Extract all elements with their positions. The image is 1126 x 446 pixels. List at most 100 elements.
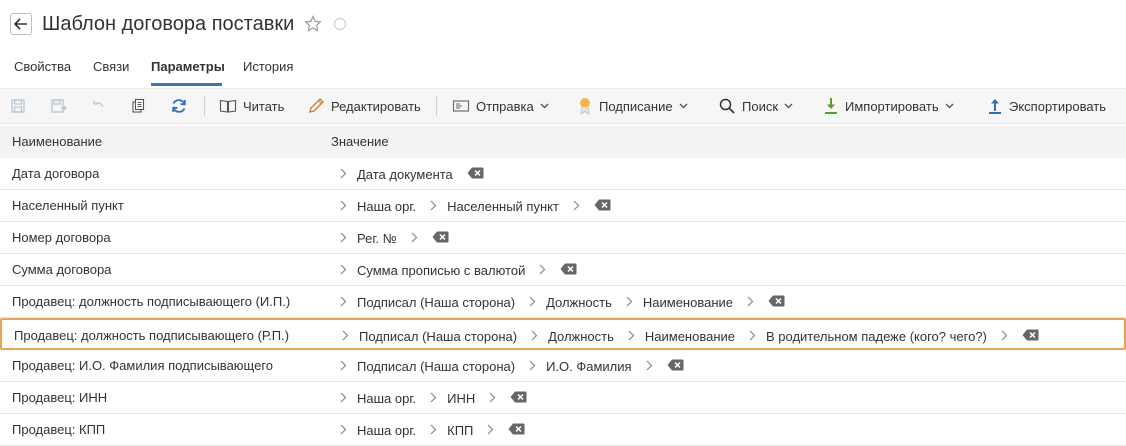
path-segment-label: Сумма прописью с валютой — [357, 262, 526, 278]
path-segment[interactable]: Наша орг. — [336, 391, 426, 406]
table-row[interactable]: Продавец: ИНН Наша орг. ИНН — [0, 382, 1126, 414]
path-segment[interactable]: Населенный пункт — [426, 199, 569, 214]
value-path: Сумма прописью с валютой — [336, 260, 577, 280]
table-row[interactable]: Номер договора Рег. № — [0, 222, 1126, 254]
add-segment-button[interactable] — [535, 263, 556, 278]
add-segment-button[interactable] — [642, 359, 663, 374]
active-tab-indicator — [151, 83, 222, 86]
path-segment-label: Наша орг. — [357, 390, 417, 406]
star-icon[interactable] — [304, 15, 322, 33]
chevron-down-icon — [945, 103, 954, 109]
page-title: Шаблон договора поставки — [42, 13, 295, 35]
row-name: Номер договора — [12, 230, 111, 245]
backspace-icon[interactable] — [508, 423, 525, 438]
path-segment[interactable]: КПП — [426, 423, 483, 438]
value-path: Подписал (Наша сторона) Должность Наименов… — [338, 326, 1039, 346]
path-segment[interactable]: ИНН — [426, 391, 485, 406]
chevron-right-icon[interactable] — [489, 391, 496, 406]
import-dropdown[interactable]: Импортировать — [823, 89, 954, 123]
backspace-icon[interactable] — [467, 167, 484, 182]
sign-dropdown[interactable]: Подписание — [577, 89, 688, 123]
backspace-icon[interactable] — [432, 231, 449, 246]
path-segment-label: Наименование — [644, 328, 735, 344]
tab-parameters[interactable]: Параметры — [151, 58, 225, 76]
chevron-right-icon — [340, 391, 347, 406]
chevron-right-icon — [340, 199, 347, 214]
value-path: Подписал (Наша сторона) И.О. Фамилия — [336, 356, 684, 376]
column-header-value[interactable]: Значение — [331, 134, 389, 149]
row-name: Сумма договора — [12, 262, 112, 277]
path-segment[interactable]: В родительном падеже (кого? чего?) — [745, 329, 997, 344]
export-icon — [989, 99, 1001, 114]
add-segment-button[interactable] — [997, 329, 1018, 344]
backspace-icon[interactable] — [510, 391, 527, 406]
backspace-icon[interactable] — [560, 263, 577, 278]
backspace-icon[interactable] — [594, 199, 611, 214]
status-circle-icon[interactable] — [334, 18, 346, 30]
chevron-right-icon[interactable] — [411, 231, 418, 246]
chevron-right-icon[interactable] — [573, 199, 580, 214]
chevron-right-icon — [340, 263, 347, 278]
edit-button[interactable]: Редактировать — [307, 89, 421, 123]
path-segment[interactable]: Сумма прописью с валютой — [336, 263, 535, 278]
pencil-icon — [309, 98, 324, 113]
save-button[interactable] — [10, 89, 26, 123]
export-button[interactable]: Экспортировать — [987, 89, 1106, 123]
path-segment[interactable]: Наша орг. — [336, 423, 426, 438]
copy-button[interactable] — [130, 89, 146, 123]
path-segment[interactable]: Подписал (Наша сторона) — [336, 359, 525, 374]
path-segment[interactable]: Наша орг. — [336, 199, 426, 214]
chevron-right-icon[interactable] — [539, 263, 546, 278]
save-icon — [11, 99, 25, 113]
path-segment[interactable]: Подписал (Наша сторона) — [336, 295, 525, 310]
table-row[interactable]: Населенный пункт Наша орг. Населенный пунк… — [0, 190, 1126, 222]
path-segment-label: И.О. Фамилия — [546, 358, 632, 374]
refresh-button[interactable] — [170, 89, 188, 123]
chevron-right-icon[interactable] — [487, 423, 494, 438]
value-path: Рег. № — [336, 228, 449, 248]
backspace-icon[interactable] — [667, 359, 684, 374]
path-segment-label: В родительном падеже (кого? чего?) — [766, 328, 987, 344]
path-segment[interactable]: Должность — [527, 329, 624, 344]
table-row[interactable]: Продавец: должность подписывающего (Р.П.… — [0, 318, 1126, 350]
tab-history[interactable]: История — [243, 58, 293, 76]
path-segment[interactable]: Подписал (Наша сторона) — [338, 329, 527, 344]
path-segment[interactable]: И.О. Фамилия — [525, 359, 642, 374]
back-button[interactable] — [10, 13, 32, 35]
add-segment-button[interactable] — [485, 391, 506, 406]
undo-button[interactable] — [90, 89, 106, 123]
path-segment[interactable]: Дата документа — [336, 167, 463, 182]
chevron-right-icon — [626, 295, 633, 310]
column-header-name[interactable]: Наименование — [12, 134, 102, 149]
chevron-right-icon[interactable] — [747, 295, 754, 310]
table-row[interactable]: Дата договора Дата документа — [0, 158, 1126, 190]
search-dropdown[interactable]: Поиск — [718, 89, 793, 123]
import-icon — [825, 98, 837, 114]
path-segment-label: Рег. № — [357, 230, 397, 246]
backspace-icon[interactable] — [768, 295, 785, 310]
tab-properties[interactable]: Свойства — [14, 58, 71, 76]
table-row[interactable]: Сумма договора Сумма прописью с валютой — [0, 254, 1126, 286]
toolbar: Читать Редактировать Отправка Подписание — [0, 88, 1126, 124]
add-segment-button[interactable] — [569, 199, 590, 214]
path-segment-label: Должность — [548, 328, 614, 344]
path-segment[interactable]: Должность — [525, 295, 622, 310]
chevron-right-icon — [531, 329, 538, 344]
add-segment-button[interactable] — [483, 423, 504, 438]
search-icon — [719, 98, 735, 114]
table-row[interactable]: Продавец: И.О. Фамилия подписывающего Под… — [0, 350, 1126, 382]
send-dropdown[interactable]: Отправка — [452, 89, 549, 123]
read-button[interactable]: Читать — [219, 89, 284, 123]
tab-links[interactable]: Связи — [93, 58, 129, 76]
add-segment-button[interactable] — [743, 295, 764, 310]
table-row[interactable]: Продавец: КПП Наша орг. КПП — [0, 414, 1126, 446]
add-segment-button[interactable] — [407, 231, 428, 246]
chevron-right-icon[interactable] — [1001, 329, 1008, 344]
table-row[interactable]: Продавец: должность подписывающего (И.П.… — [0, 286, 1126, 318]
path-segment[interactable]: Рег. № — [336, 231, 407, 246]
chevron-right-icon[interactable] — [646, 359, 653, 374]
path-segment[interactable]: Наименование — [622, 295, 743, 310]
save-and-close-button[interactable] — [50, 89, 68, 123]
path-segment[interactable]: Наименование — [624, 329, 745, 344]
backspace-icon[interactable] — [1022, 329, 1039, 344]
